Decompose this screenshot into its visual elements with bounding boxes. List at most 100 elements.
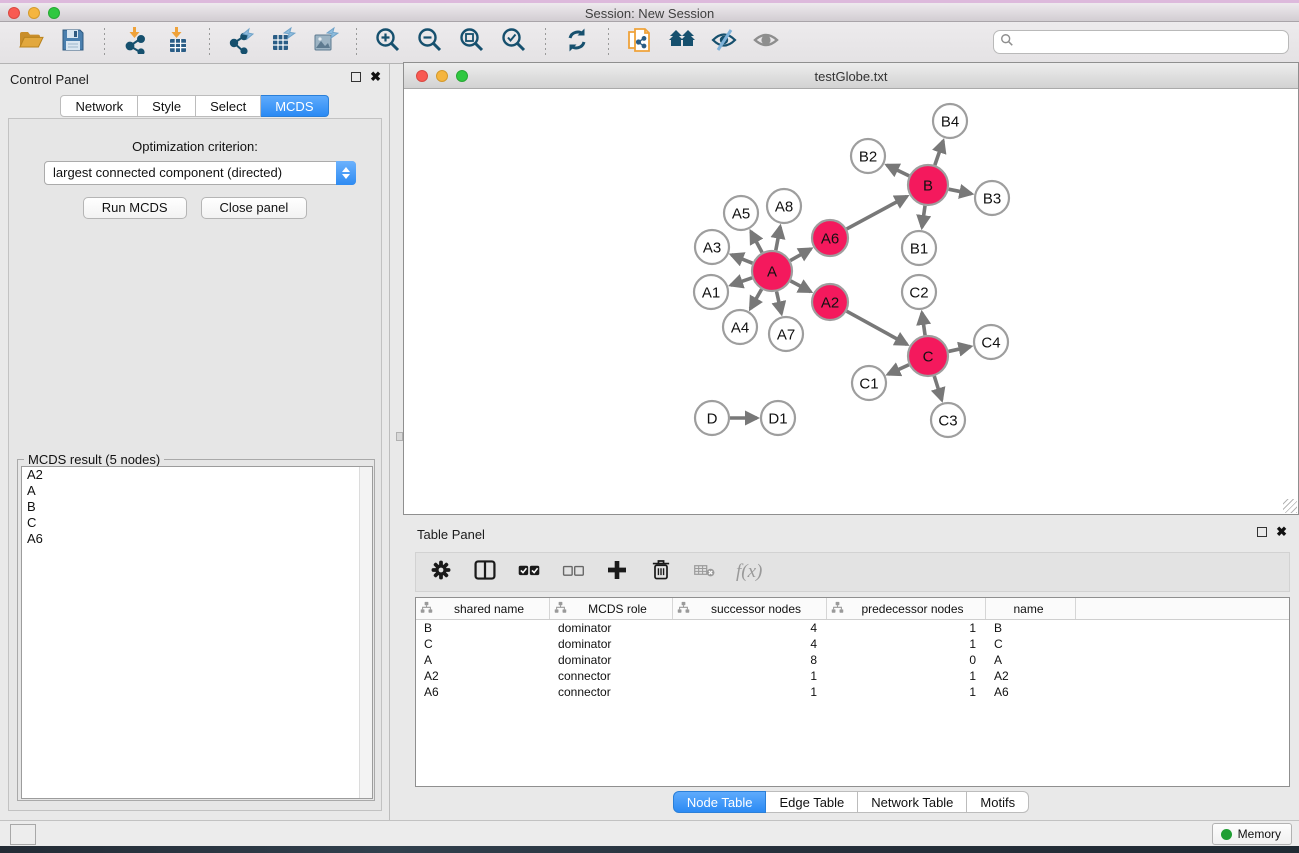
float-panel-icon[interactable] [351, 72, 361, 82]
node-A[interactable]: A [752, 251, 792, 291]
search-input[interactable] [1014, 35, 1288, 50]
tab-node-table[interactable]: Node Table [673, 791, 767, 813]
cell-successor-nodes[interactable]: 8 [673, 652, 827, 668]
cell-name[interactable]: A6 [986, 684, 1076, 700]
node-A1[interactable]: A1 [694, 275, 728, 309]
result-item[interactable]: B [22, 499, 372, 515]
cell-shared-name[interactable]: C [416, 636, 550, 652]
edge-A-A6[interactable] [790, 249, 811, 261]
tab-style[interactable]: Style [138, 95, 196, 117]
run-mcds-button[interactable]: Run MCDS [83, 197, 187, 219]
hide-graphics-details-button[interactable] [709, 28, 739, 58]
edge-A6-B[interactable] [847, 196, 907, 229]
cell-successor-nodes[interactable]: 4 [673, 636, 827, 652]
edge-A-A5[interactable] [751, 232, 762, 253]
cell-MCDS-role[interactable]: dominator [550, 620, 673, 636]
result-item[interactable]: A [22, 483, 372, 499]
cell-MCDS-role[interactable]: connector [550, 684, 673, 700]
node-C3[interactable]: C3 [931, 403, 965, 437]
node-C1[interactable]: C1 [852, 366, 886, 400]
edge-C-C1[interactable] [888, 365, 909, 375]
edge-C-C2[interactable] [922, 313, 925, 335]
cell-successor-nodes[interactable]: 4 [673, 620, 827, 636]
node-A6[interactable]: A6 [812, 220, 848, 256]
cell-predecessor-nodes[interactable]: 1 [827, 620, 986, 636]
panel-menu-button[interactable] [10, 824, 36, 845]
edge-A-A7[interactable] [777, 291, 782, 313]
node-A8[interactable]: A8 [767, 189, 801, 223]
node-A4[interactable]: A4 [723, 310, 757, 344]
cell-predecessor-nodes[interactable]: 1 [827, 684, 986, 700]
network-graph[interactable]: AA1A2A3A4A5A6A7A8BB1B2B3B4CC1C2C3C4DD1 [405, 90, 1297, 514]
close-panel-button[interactable]: Close panel [201, 197, 308, 219]
node-B3[interactable]: B3 [975, 181, 1009, 215]
select-all-rows-button[interactable] [516, 559, 542, 585]
add-column-button[interactable] [604, 559, 630, 585]
node-B2[interactable]: B2 [851, 139, 885, 173]
cell-predecessor-nodes[interactable]: 0 [827, 652, 986, 668]
edge-B-B1[interactable] [922, 206, 925, 227]
tab-select[interactable]: Select [196, 95, 261, 117]
tab-mcds[interactable]: MCDS [261, 95, 328, 117]
mcds-result-list[interactable]: A2ABCA6 [21, 466, 373, 799]
column-header-MCDS-role[interactable]: MCDS role [550, 598, 673, 619]
node-A7[interactable]: A7 [769, 317, 803, 351]
table-row[interactable]: A6connector11A6 [416, 684, 1289, 700]
result-item[interactable]: C [22, 515, 372, 531]
edge-A-A1[interactable] [731, 278, 752, 285]
table-row[interactable]: Cdominator41C [416, 636, 1289, 652]
cell-name[interactable]: C [986, 636, 1076, 652]
cell-successor-nodes[interactable]: 1 [673, 668, 827, 684]
network-window-titlebar[interactable]: testGlobe.txt [404, 63, 1298, 89]
cell-MCDS-role[interactable]: connector [550, 668, 673, 684]
zoom-fit-button[interactable] [457, 28, 487, 58]
close-table-panel-icon[interactable]: ✖ [1276, 527, 1287, 537]
resize-grip-icon[interactable] [1283, 499, 1297, 513]
edge-A2-C[interactable] [847, 311, 907, 344]
column-header-predecessor-nodes[interactable]: predecessor nodes [827, 598, 986, 619]
column-header-shared-name[interactable]: shared name [416, 598, 550, 619]
edge-B-B4[interactable] [935, 141, 943, 165]
cell-name[interactable]: A [986, 652, 1076, 668]
node-B[interactable]: B [908, 165, 948, 205]
cell-shared-name[interactable]: A6 [416, 684, 550, 700]
close-panel-icon[interactable]: ✖ [370, 72, 381, 82]
tab-network[interactable]: Network [60, 95, 138, 117]
memory-button[interactable]: Memory [1212, 823, 1292, 845]
node-A5[interactable]: A5 [724, 196, 758, 230]
node-A2[interactable]: A2 [812, 284, 848, 320]
cell-successor-nodes[interactable]: 1 [673, 684, 827, 700]
result-item[interactable]: A2 [22, 467, 372, 483]
table-row[interactable]: Adominator80A [416, 652, 1289, 668]
edge-B-B3[interactable] [949, 189, 972, 194]
node-B4[interactable]: B4 [933, 104, 967, 138]
show-graphics-details-button[interactable] [751, 28, 781, 58]
cell-shared-name[interactable]: B [416, 620, 550, 636]
first-neighbors-button[interactable] [667, 28, 697, 58]
node-C4[interactable]: C4 [974, 325, 1008, 359]
cell-MCDS-role[interactable]: dominator [550, 652, 673, 668]
edge-A-A2[interactable] [791, 281, 811, 292]
cell-name[interactable]: B [986, 620, 1076, 636]
edge-A-A4[interactable] [750, 289, 761, 309]
split-divider-grip[interactable] [396, 432, 403, 441]
cell-shared-name[interactable]: A2 [416, 668, 550, 684]
zoom-out-button[interactable] [415, 28, 445, 58]
zoom-in-button[interactable] [373, 28, 403, 58]
node-table[interactable]: shared nameMCDS rolesuccessor nodesprede… [415, 597, 1290, 787]
export-network-button[interactable] [226, 28, 256, 58]
import-network-button[interactable] [121, 28, 151, 58]
edge-A-A3[interactable] [731, 255, 752, 263]
import-table-button[interactable] [163, 28, 193, 58]
node-B1[interactable]: B1 [902, 231, 936, 265]
network-canvas[interactable]: AA1A2A3A4A5A6A7A8BB1B2B3B4CC1C2C3C4DD1 [405, 90, 1297, 514]
edge-C-C4[interactable] [948, 347, 970, 352]
result-scrollbar[interactable] [359, 467, 372, 798]
table-row[interactable]: A2connector11A2 [416, 668, 1289, 684]
network-from-file-button[interactable] [625, 28, 655, 58]
tab-network-table[interactable]: Network Table [858, 791, 967, 813]
cell-shared-name[interactable]: A [416, 652, 550, 668]
result-item[interactable]: A6 [22, 531, 372, 547]
zoom-selected-button[interactable] [499, 28, 529, 58]
edge-B-B2[interactable] [887, 165, 909, 176]
